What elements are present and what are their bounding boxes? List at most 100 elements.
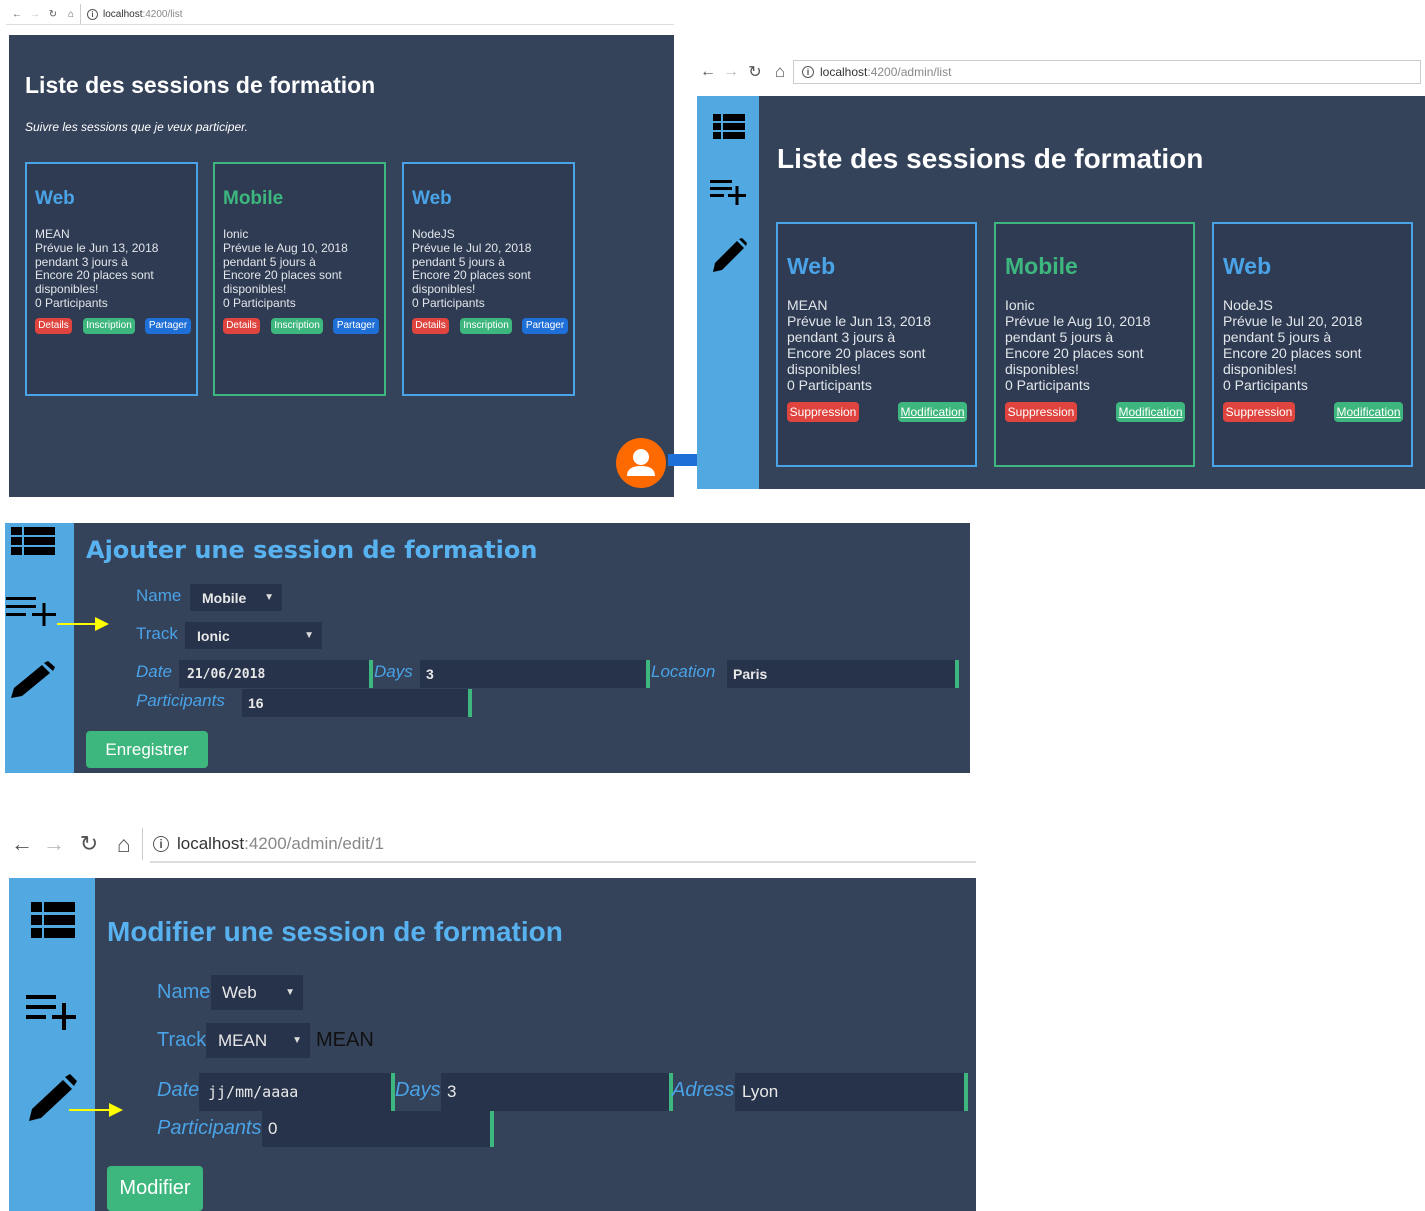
location-input[interactable]: Paris [727,660,959,688]
date-input[interactable]: 21/06/2018 [179,660,373,688]
days-input[interactable]: 3 [420,660,650,688]
card-places-end: disponibles! [35,282,99,297]
info-icon: i [153,836,169,852]
days-input[interactable]: 3 [441,1073,673,1111]
track-echo: MEAN [316,1029,374,1051]
date-input[interactable]: jj/mm/aaaa [199,1073,395,1111]
admin-sidebar [697,96,759,489]
card-participants: 0 Participants [1005,377,1090,394]
card-duration: pendant 3 jours à [787,329,896,346]
card-details: Ionic Prévue le Aug 10, 2018 pendant 5 j… [1005,297,1151,394]
playlist-add-icon[interactable] [6,597,58,627]
reload-icon[interactable]: ↻ [44,9,62,20]
card-places-end: disponibles! [1223,361,1297,378]
back-icon[interactable]: ← [8,831,36,857]
url-path: :4200/admin/edit/1 [244,834,384,853]
name-select[interactable]: Mobile ▼ [190,584,282,611]
address-bar[interactable]: i localhost:4200/list [80,4,183,24]
track-select[interactable]: Ionic ▼ [185,622,322,649]
modification-button[interactable]: Modification [898,402,967,422]
arrow-right-icon [69,1103,123,1117]
list-icon[interactable] [713,114,745,140]
modification-button[interactable]: Modification [1334,402,1403,422]
details-button[interactable]: Details [223,318,260,334]
card-details: MEAN Prévue le Jun 13, 2018 pendant 3 jo… [787,297,931,394]
admin-list-page: Liste des sessions de formation Web MEAN… [697,96,1425,489]
name-select[interactable]: Web ▼ [211,975,303,1010]
participants-input[interactable]: 16 [242,689,472,717]
card-title: Web [412,188,452,209]
days-label: Days [395,1079,441,1101]
inscription-button[interactable]: Inscription [271,318,323,334]
card-participants: 0 Participants [1223,377,1308,394]
card-track: MEAN [35,227,70,241]
home-icon[interactable]: ⌂ [62,9,80,20]
home-icon[interactable]: ⌂ [106,831,142,858]
back-icon[interactable]: ← [697,63,719,81]
address-bar[interactable]: i localhost:4200/admin/edit/1 [142,828,384,860]
inscription-button[interactable]: Inscription [83,318,135,334]
participants-label: Participants [157,1117,262,1139]
card-places: Encore 20 places sont [223,268,342,283]
card-date: Prévue le Jul 20, 2018 [1223,313,1363,330]
card-duration: pendant 5 jours à [1223,329,1332,346]
partager-button[interactable]: Partager [145,318,191,334]
reload-icon[interactable]: ↻ [72,831,106,857]
suppression-button[interactable]: Suppression [1005,402,1077,422]
card-places: Encore 20 places sont [412,268,531,283]
card-date: Prévue le Jun 13, 2018 [35,240,159,255]
partager-button[interactable]: Partager [522,318,568,334]
edit-session-page: Modifier une session de formation Name W… [9,878,976,1211]
details-button[interactable]: Details [412,318,449,334]
card-duration: pendant 5 jours à [412,254,505,269]
details-button[interactable]: Details [35,318,72,334]
partager-button[interactable]: Partager [333,318,379,334]
card-places: Encore 20 places sont [35,268,154,283]
playlist-add-icon[interactable] [710,180,748,206]
card-details: MEAN Prévue le Jun 13, 2018 pendant 3 jo… [35,227,159,311]
pencil-icon[interactable] [9,661,55,699]
card-date: Prévue le Aug 10, 2018 [223,240,348,255]
card-duration: pendant 5 jours à [1005,329,1114,346]
session-card: Web NodeJS Prévue le Jul 20, 2018 pendan… [402,162,575,396]
name-label: Name [157,981,211,1003]
pencil-icon[interactable] [711,238,747,274]
forward-icon[interactable]: → [719,63,743,81]
card-places: Encore 20 places sont [1005,345,1144,362]
info-icon: i [802,66,814,78]
adress-input[interactable]: Lyon [735,1073,968,1111]
back-icon[interactable]: ← [8,9,26,20]
reload-icon[interactable]: ↻ [743,62,767,82]
chevron-down-icon: ▼ [285,987,295,998]
modifier-button[interactable]: Modifier [107,1166,203,1211]
card-track: Ionic [223,227,249,241]
inscription-button[interactable]: Inscription [460,318,512,334]
participants-input[interactable]: 0 [262,1111,494,1147]
card-participants: 0 Participants [787,377,872,394]
modification-button[interactable]: Modification [1116,402,1185,422]
card-places-end: disponibles! [223,282,287,297]
card-places-end: disponibles! [787,361,861,378]
suppression-button[interactable]: Suppression [1223,402,1295,422]
card-details: NodeJS Prévue le Jul 20, 2018 pendant 5 … [1223,297,1362,394]
user-icon[interactable] [616,438,666,488]
url-path: :4200/admin/list [867,65,952,79]
admin-sidebar [9,878,95,1211]
enregistrer-button[interactable]: Enregistrer [86,731,208,768]
suppression-button[interactable]: Suppression [787,402,859,422]
home-icon[interactable]: ⌂ [767,62,793,82]
list-icon[interactable] [31,902,75,938]
card-places: Encore 20 places sont [787,345,926,362]
name-select-value: Mobile [202,589,247,606]
card-title: Mobile [223,188,284,209]
page-title: Modifier une session de formation [107,916,563,947]
list-icon[interactable] [11,527,55,555]
playlist-add-icon[interactable] [26,995,78,1031]
url-host: localhost [177,834,245,853]
address-bar[interactable]: i localhost:4200/admin/list [793,60,1421,84]
forward-icon[interactable]: → [36,831,72,857]
track-select[interactable]: MEAN ▼ [206,1023,310,1058]
browser-toolbar-list: ← → ↻ ⌂ i localhost:4200/list [8,4,674,24]
forward-icon[interactable]: → [26,9,44,20]
card-title: Mobile [1005,253,1078,279]
